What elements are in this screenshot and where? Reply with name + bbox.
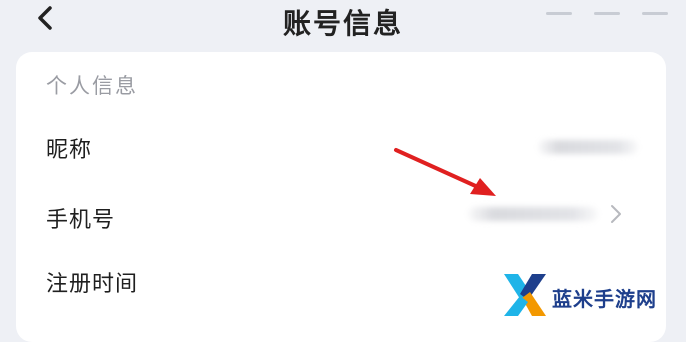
row-phone-label[interactable]: 手机号 <box>46 202 115 234</box>
watermark-text: 蓝米手游网 <box>552 287 657 311</box>
row-nickname-label: 昵称 <box>46 138 93 163</box>
chevron-right-icon[interactable] <box>608 202 626 226</box>
section-title: 个人信息 <box>46 74 138 98</box>
row-register-time-label: 注册时间 <box>46 272 139 297</box>
phone-value-redacted <box>468 207 598 221</box>
page-title: 账号信息 <box>282 7 403 40</box>
watermark-logo-icon <box>504 274 546 316</box>
nickname-value-redacted <box>538 140 638 154</box>
top-bar: 账号信息 <box>0 0 686 44</box>
